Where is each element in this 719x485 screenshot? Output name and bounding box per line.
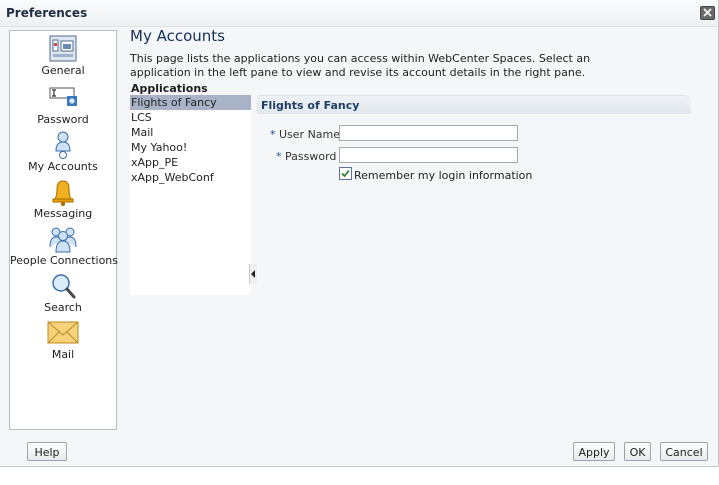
list-item[interactable]: Mail <box>130 125 251 140</box>
password-label-text: Password <box>285 150 337 163</box>
checkmark-icon <box>341 169 350 178</box>
nav-item-people-connections[interactable]: People Connections <box>10 225 119 271</box>
nav-label-password: Password <box>37 113 89 126</box>
dialog-title: Preferences <box>6 6 88 20</box>
general-icon <box>49 35 77 62</box>
envelope-icon <box>47 321 79 344</box>
close-icon <box>703 8 712 17</box>
required-marker: * <box>276 150 282 163</box>
password-field[interactable] <box>339 147 518 163</box>
help-button[interactable]: Help <box>27 442 67 461</box>
required-marker: * <box>270 128 276 141</box>
remember-login-label: Remember my login information <box>354 169 533 182</box>
list-item[interactable]: xApp_WebConf <box>130 170 251 185</box>
username-field[interactable] <box>339 125 518 141</box>
preferences-nav: General Password My Accounts Messaging P… <box>9 30 119 430</box>
nav-item-my-accounts[interactable]: My Accounts <box>10 131 116 177</box>
bell-icon <box>52 180 74 206</box>
applications-header: Applications <box>131 82 208 95</box>
close-button[interactable] <box>700 6 715 20</box>
page-description: This page lists the applications you can… <box>130 52 591 79</box>
username-label-text: User Name <box>279 128 341 141</box>
remember-login-checkbox[interactable] <box>339 167 352 180</box>
username-label: * User Name <box>270 128 340 141</box>
nav-item-general[interactable]: General <box>10 35 116 81</box>
nav-label-messaging: Messaging <box>33 207 93 220</box>
apply-button[interactable]: Apply <box>573 442 615 461</box>
dialog-titlebar: Preferences <box>0 0 718 27</box>
nav-label-search: Search <box>44 301 82 314</box>
password-label: * Password <box>276 150 336 163</box>
preferences-dialog: Preferences General Password My Accounts… <box>0 0 719 467</box>
nav-label-my-accounts: My Accounts <box>28 160 98 173</box>
magnifier-icon <box>52 274 76 299</box>
my-accounts-icon <box>55 131 71 159</box>
nav-item-mail[interactable]: Mail <box>10 319 116 365</box>
nav-item-search[interactable]: Search <box>10 272 116 318</box>
list-item[interactable]: My Yahoo! <box>130 140 251 155</box>
nav-item-password[interactable]: Password <box>10 84 116 130</box>
password-icon <box>49 87 77 106</box>
nav-label-people-connections: People Connections <box>10 254 119 267</box>
applications-list: Flights of Fancy LCS Mail My Yahoo! xApp… <box>130 95 251 295</box>
list-item[interactable]: xApp_PE <box>130 155 251 170</box>
ok-button[interactable]: OK <box>624 442 651 461</box>
nav-item-messaging[interactable]: Messaging <box>10 178 116 224</box>
pane-splitter[interactable] <box>249 264 257 284</box>
list-item[interactable]: Flights of Fancy <box>130 95 251 110</box>
nav-label-mail: Mail <box>51 348 75 361</box>
collapse-left-icon <box>251 270 255 278</box>
page-title: My Accounts <box>130 27 225 45</box>
people-icon <box>49 227 77 253</box>
list-item[interactable]: LCS <box>130 110 251 125</box>
nav-label-general: General <box>41 64 85 77</box>
detail-title: Flights of Fancy <box>261 99 360 112</box>
detail-header: Flights of Fancy <box>257 95 691 114</box>
cancel-button[interactable]: Cancel <box>660 442 708 461</box>
